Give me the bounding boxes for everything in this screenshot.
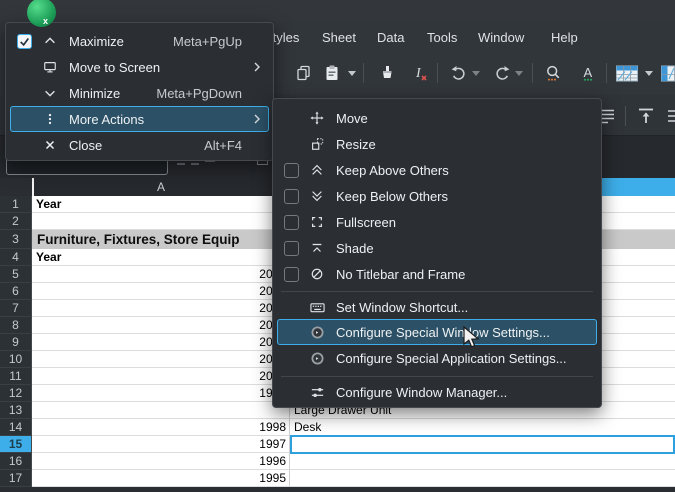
cell-A1[interactable]: Year [32,196,290,213]
cell-A5[interactable]: 2006 [32,266,290,283]
cell-A11[interactable]: 2000 [32,368,290,385]
submenu-arrow-icon [252,60,268,74]
cell-A6[interactable]: 2005 [32,283,290,300]
row-header-7[interactable]: 7 [0,300,32,317]
cell-B16[interactable] [290,453,675,470]
menu-item-keep-above-others[interactable]: Keep Above Others [277,157,597,183]
settings-disc-icon [304,351,330,366]
menu-item-keep-below-others[interactable]: Keep Below Others [277,183,597,209]
window-menu: Maximize Meta+PgUp Move to Screen Minimi… [5,22,274,161]
maximize-checkbox[interactable] [17,34,32,49]
keep-below-checkbox[interactable] [284,189,299,204]
chevrons-up-icon [304,163,330,177]
more-actions-submenu: Move Resize Keep Above Others Keep Below… [272,98,602,408]
cell-A8[interactable]: 2003 [32,317,290,334]
menu-item-maximize[interactable]: Maximize Meta+PgUp [10,28,269,54]
menu-item-move-to-screen[interactable]: Move to Screen [10,54,269,80]
window-bottom-edge [0,487,675,492]
resize-icon [304,137,330,151]
shortcut-label: Alt+F4 [204,138,268,153]
selected-cell-b15[interactable] [290,435,675,454]
menu-item-more-actions[interactable]: More Actions [10,106,269,132]
orb-x-badge: x [43,16,48,26]
fullscreen-checkbox[interactable] [284,215,299,230]
row-header-4[interactable]: 4 [0,249,32,266]
chevron-up-icon [37,34,63,48]
fullscreen-icon [304,215,330,229]
menu-item-shade[interactable]: Shade [277,235,597,261]
menu-item-resize[interactable]: Resize [277,131,597,157]
row-header-2[interactable]: 2 [0,213,32,230]
header-divider [32,178,34,196]
menu-item-move[interactable]: Move [277,105,597,131]
row-header-11[interactable]: 11 [0,368,32,385]
menu-item-configure-window-manager[interactable]: Configure Window Manager... [277,380,597,404]
cell-A7[interactable]: 2004 [32,300,290,317]
row-header-12[interactable]: 12 [0,385,32,402]
row-header-10[interactable]: 10 [0,351,32,368]
row-header-6[interactable]: 6 [0,283,32,300]
menu-item-set-window-shortcut[interactable]: Set Window Shortcut... [277,295,597,319]
cell-A17[interactable]: 1995 [32,470,290,487]
cell-B17[interactable] [290,470,675,487]
close-icon [37,138,63,152]
shade-icon [304,241,330,255]
sliders-icon [304,385,330,400]
cell-A10[interactable]: 2001 [32,351,290,368]
cell-A12[interactable]: 1999 [32,385,290,402]
no-frame-icon [304,267,330,281]
no-titlebar-checkbox[interactable] [284,267,299,282]
cell-A13[interactable] [32,402,290,419]
chevron-down-icon [37,86,63,100]
mouse-cursor [463,326,482,351]
cell-A15[interactable]: 1997 [32,436,290,453]
menu-item-minimize[interactable]: Minimize Meta+PgDown [10,80,269,106]
menu-item-close[interactable]: Close Alt+F4 [10,132,269,158]
menu-item-configure-special-application-settings[interactable]: Configure Special Application Settings..… [277,345,597,371]
row-header-1[interactable]: 1 [0,196,32,213]
shortcut-label: Meta+PgDown [156,86,268,101]
submenu-arrow-icon [252,112,268,126]
row-header-17[interactable]: 17 [0,470,32,487]
move-icon [304,111,330,125]
cell-A16[interactable]: 1996 [32,453,290,470]
menu-item-fullscreen[interactable]: Fullscreen [277,209,597,235]
row-header-15[interactable]: 15 [0,436,32,453]
cell-A4[interactable]: Year [32,249,290,266]
keyboard-icon [304,300,330,315]
row-header-14[interactable]: 14 [0,419,32,436]
menu-separator [281,291,593,292]
row-header-8[interactable]: 8 [0,317,32,334]
screen: Styles Sheet Data Tools Window Help I [0,0,675,492]
shade-checkbox[interactable] [284,241,299,256]
menu-separator [281,376,593,377]
keep-above-checkbox[interactable] [284,163,299,178]
settings-disc-icon [304,325,330,340]
row-header-9[interactable]: 9 [0,334,32,351]
cell-B14[interactable]: Desk [290,419,675,436]
row-header-16[interactable]: 16 [0,453,32,470]
menu-item-no-titlebar-and-frame[interactable]: No Titlebar and Frame [277,261,597,287]
row-header-5[interactable]: 5 [0,266,32,283]
menu-item-configure-special-window-settings[interactable]: Configure Special Window Settings... [277,319,597,345]
chevrons-down-icon [304,189,330,203]
row-header-13[interactable]: 13 [0,402,32,419]
row-header-3[interactable]: 3 [0,230,32,249]
monitor-icon [37,60,63,74]
cell-A14[interactable]: 1998 [32,419,290,436]
shortcut-label: Meta+PgUp [173,34,268,49]
cell-A9[interactable]: 2002 [32,334,290,351]
cell-A2[interactable] [32,213,290,230]
kebab-icon [37,112,63,126]
